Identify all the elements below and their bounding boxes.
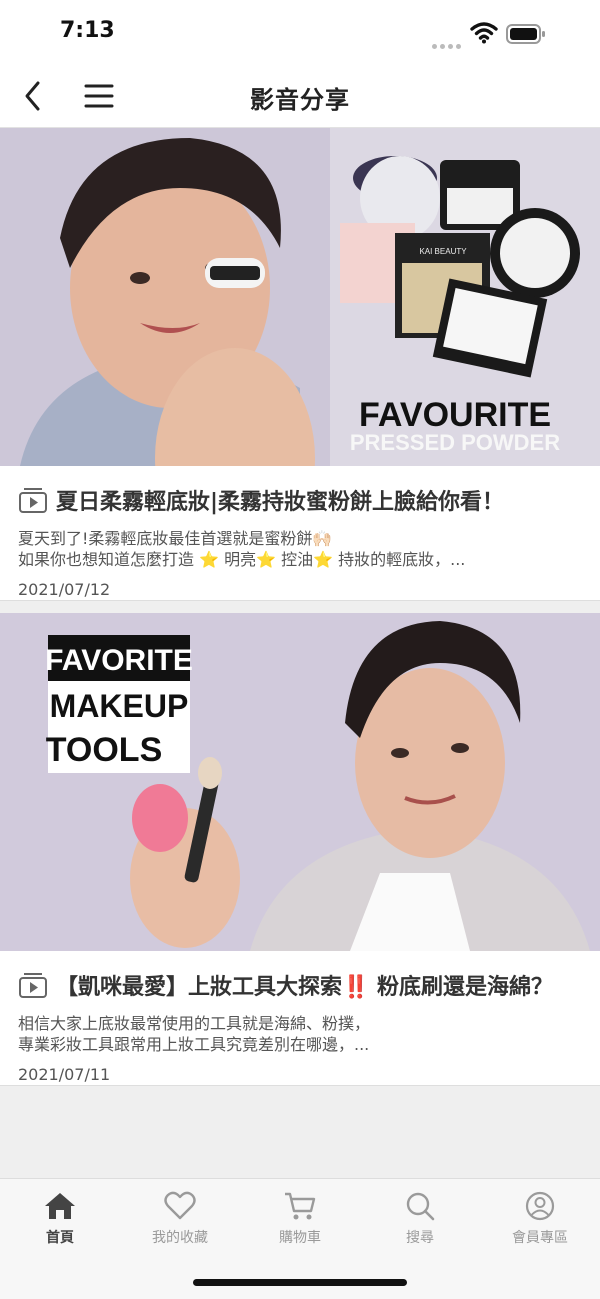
video-card-body: 夏日柔霧輕底妝|柔霧持妝蜜粉餅上臉給你看！ 夏天到了!柔霧輕底妝最佳首選就是蜜粉… [0, 466, 600, 600]
status-time: 7:13 [60, 18, 115, 43]
video-play-icon [19, 488, 47, 513]
battery-icon [506, 24, 545, 44]
thumbnail-image: FAVORITE MAKEUP TOOLS [0, 613, 600, 951]
video-play-icon [19, 973, 47, 998]
thumbnail-headline: FAVORITE [45, 644, 193, 677]
thumbnail-headline: FAVOURITE [359, 396, 551, 434]
thumbnail-subheadline: MAKEUP [50, 688, 189, 724]
thumbnail-subheadline: TOOLS [46, 731, 163, 769]
thumbnail-brand-text: KAI BEAUTY [419, 247, 467, 256]
nav-bar: 影音分享 [0, 64, 600, 128]
video-title[interactable]: 【凱咪最愛】上妝工具大探索‼️ 粉底刷還是海綿？ [56, 969, 582, 1001]
tab-search[interactable]: 搜尋 [360, 1191, 480, 1247]
cart-icon [285, 1192, 316, 1220]
tab-label: 我的收藏 [152, 1230, 208, 1246]
home-icon [45, 1193, 75, 1219]
video-description-line: 如果你也想知道怎麼打造 ⭐️ 明亮⭐️ 控油⭐️ 持妝的輕底妝，... [18, 550, 466, 569]
wifi-icon [470, 22, 498, 44]
tab-label: 搜尋 [406, 1230, 434, 1246]
video-thumbnail[interactable]: FAVOURITE PRESSED POWDER KAI BEAUTY [0, 128, 600, 466]
heart-icon [164, 1191, 196, 1220]
video-date: 2021/07/12 [18, 580, 111, 599]
video-description-line: 夏天到了!柔霧輕底妝最佳首選就是蜜粉餅🙌🏻 [18, 529, 333, 548]
page-title: 影音分享 [250, 86, 350, 114]
video-date: 2021/07/11 [18, 1065, 111, 1084]
thumbnail-subheadline: PRESSED POWDER [350, 430, 560, 455]
user-icon [525, 1191, 555, 1221]
video-feed: FAVOURITE PRESSED POWDER KAI BEAUTY 夏日柔霧… [0, 128, 600, 1086]
video-description-line: 專業彩妝工具跟常用上妝工具究竟差別在哪邊，... [18, 1035, 370, 1054]
tab-cart[interactable]: 購物車 [240, 1191, 360, 1247]
tab-label: 購物車 [279, 1230, 321, 1246]
search-icon [406, 1192, 435, 1221]
thumbnail-image: FAVOURITE PRESSED POWDER KAI BEAUTY [0, 128, 600, 466]
video-description: 相信大家上底妝最常使用的工具就是海綿、粉撲， 專業彩妝工具跟常用上妝工具究竟差別… [18, 1013, 582, 1055]
video-description: 夏天到了!柔霧輕底妝最佳首選就是蜜粉餅🙌🏻 如果你也想知道怎麼打造 ⭐️ 明亮⭐… [18, 528, 582, 570]
tab-home[interactable]: 首頁 [0, 1191, 120, 1247]
status-bar: 7:13 [0, 0, 600, 64]
status-icons [430, 22, 570, 49]
signal-icon [432, 34, 464, 53]
video-description-line: 相信大家上底妝最常使用的工具就是海綿、粉撲， [18, 1014, 371, 1033]
tab-label: 首頁 [46, 1230, 74, 1246]
home-indicator [193, 1279, 407, 1286]
tab-favorites[interactable]: 我的收藏 [120, 1191, 240, 1247]
video-title[interactable]: 夏日柔霧輕底妝|柔霧持妝蜜粉餅上臉給你看！ [56, 484, 582, 516]
video-card-body: 【凱咪最愛】上妝工具大探索‼️ 粉底刷還是海綿？ 相信大家上底妝最常使用的工具就… [0, 951, 600, 1085]
tab-label: 會員專區 [512, 1230, 568, 1246]
video-card[interactable]: FAVORITE MAKEUP TOOLS 【凱咪最愛】上妝工具大探索‼️ 粉底… [0, 613, 600, 1086]
video-card[interactable]: FAVOURITE PRESSED POWDER KAI BEAUTY 夏日柔霧… [0, 128, 600, 601]
tab-member[interactable]: 會員專區 [480, 1191, 600, 1247]
video-thumbnail[interactable]: FAVORITE MAKEUP TOOLS [0, 613, 600, 951]
